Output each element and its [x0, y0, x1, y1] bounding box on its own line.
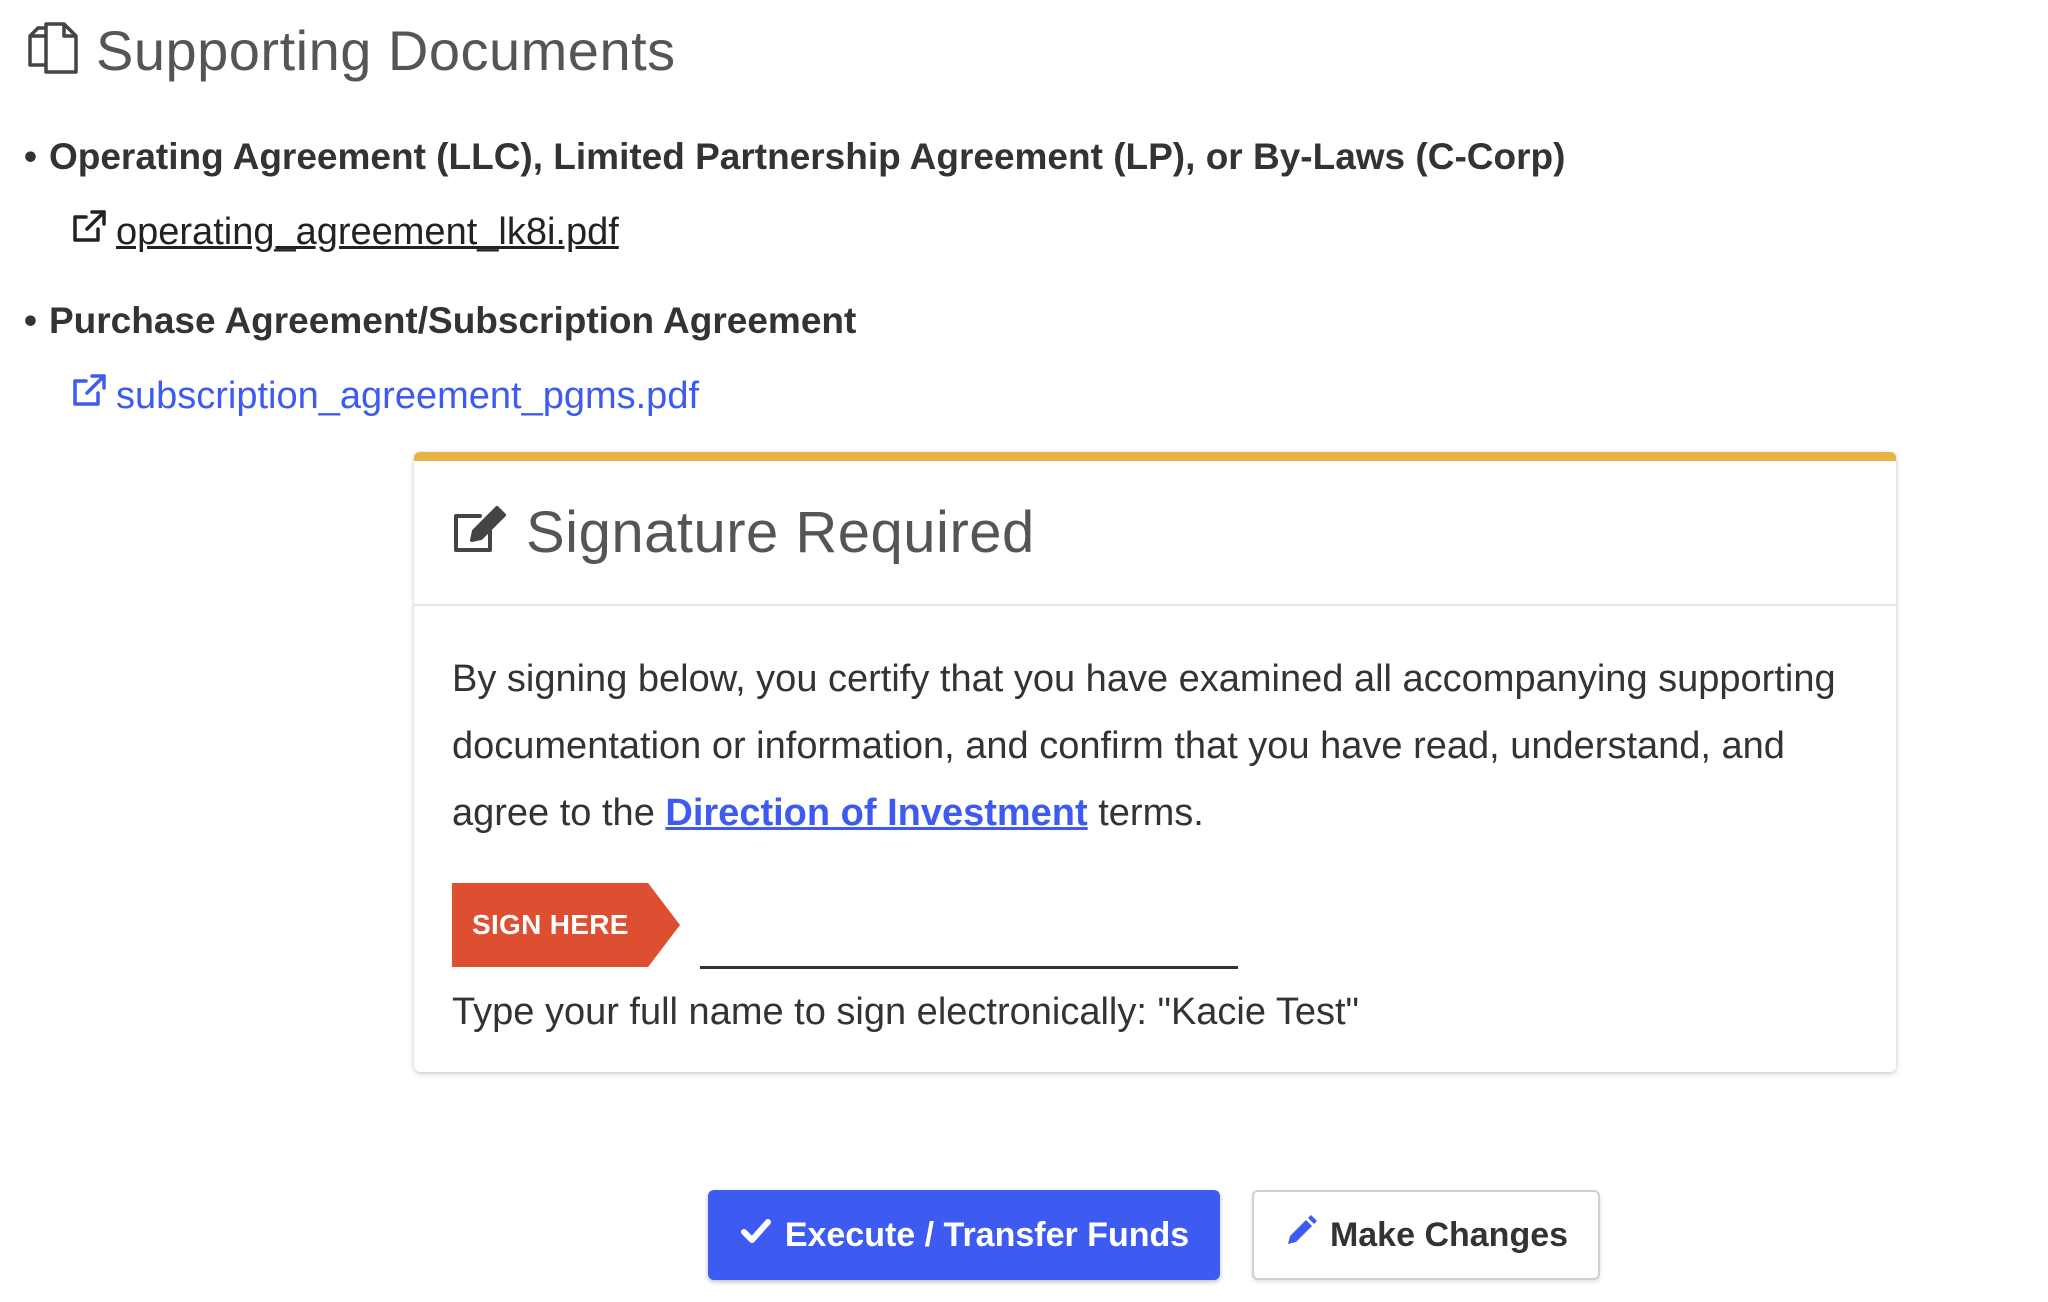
page: Supporting Documents • Operating Agreeme… — [0, 0, 2048, 1302]
certification-text: By signing below, you certify that you h… — [452, 646, 1858, 847]
subscription-agreement-link[interactable]: subscription_agreement_pgms.pdf — [70, 372, 699, 420]
supporting-documents-header: Supporting Documents — [24, 18, 676, 83]
certification-text-end: terms. — [1087, 792, 1204, 834]
document-list: • Operating Agreement (LLC), Limited Par… — [24, 136, 1565, 464]
document-heading-text: Purchase Agreement/Subscription Agreemen… — [48, 300, 857, 341]
signature-card: Signature Required By signing below, you… — [414, 452, 1896, 1072]
copy-documents-icon — [24, 19, 82, 82]
operating-agreement-link[interactable]: operating_agreement_lk8i.pdf — [70, 208, 619, 256]
document-heading-text: Operating Agreement (LLC), Limited Partn… — [48, 136, 1566, 177]
direction-of-investment-link[interactable]: Direction of Investment — [665, 792, 1087, 834]
pencil-icon — [1284, 1214, 1318, 1257]
external-link-icon — [70, 372, 108, 420]
signature-card-header: Signature Required — [414, 461, 1896, 606]
signature-name-input[interactable] — [700, 891, 1238, 969]
edit-square-icon — [450, 500, 510, 565]
document-file-name: operating_agreement_lk8i.pdf — [116, 210, 619, 253]
document-item: • Operating Agreement (LLC), Limited Par… — [24, 136, 1565, 256]
make-changes-button[interactable]: Make Changes — [1252, 1190, 1600, 1280]
check-icon — [739, 1214, 773, 1257]
signature-card-body: By signing below, you certify that you h… — [414, 606, 1896, 1034]
section-title: Supporting Documents — [96, 19, 676, 82]
document-file-name: subscription_agreement_pgms.pdf — [116, 374, 700, 417]
make-changes-label: Make Changes — [1329, 1215, 1569, 1254]
document-heading: • Operating Agreement (LLC), Limited Par… — [24, 136, 1565, 178]
bullet: • — [24, 300, 37, 341]
bullet: • — [24, 136, 37, 177]
external-link-icon — [70, 208, 108, 256]
document-heading: • Purchase Agreement/Subscription Agreem… — [24, 300, 1565, 342]
execute-button-label: Execute / Transfer Funds — [784, 1215, 1190, 1254]
document-item: • Purchase Agreement/Subscription Agreem… — [24, 300, 1565, 420]
sign-here-flag: SIGN HERE — [452, 883, 680, 967]
sign-row: SIGN HERE — [452, 883, 1858, 1003]
signature-title: Signature Required — [526, 500, 1035, 565]
execute-transfer-funds-button[interactable]: Execute / Transfer Funds — [708, 1190, 1220, 1280]
